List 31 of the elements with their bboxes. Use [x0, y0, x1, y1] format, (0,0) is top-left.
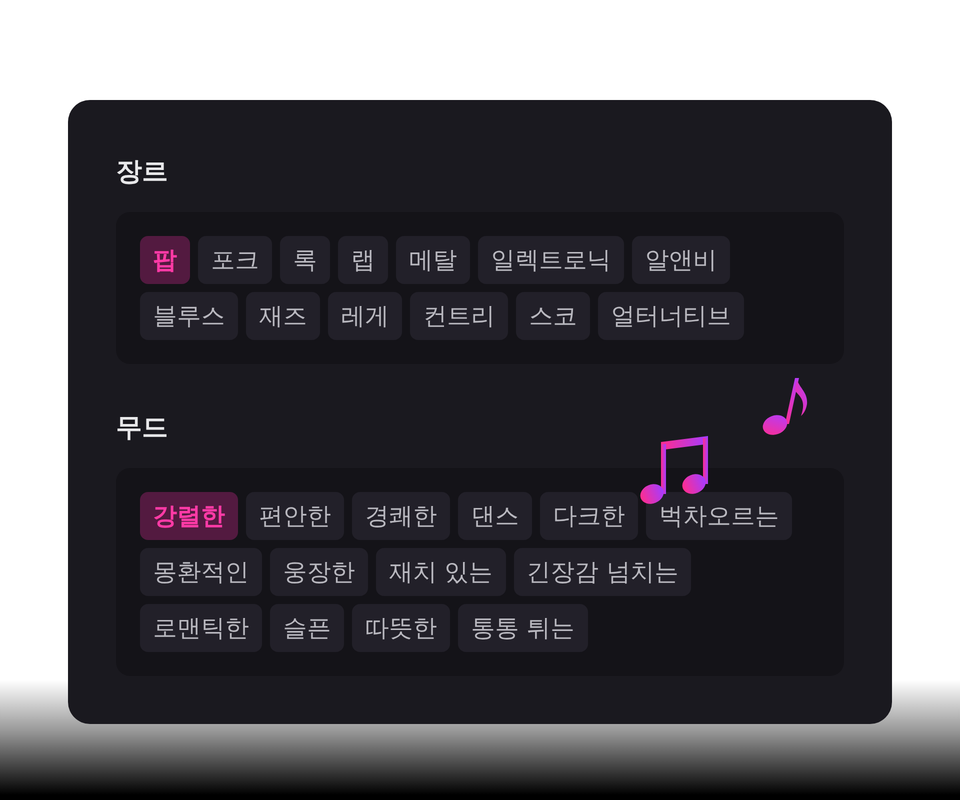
tag-chip[interactable]: 벅차오르는: [646, 492, 792, 540]
music-note-icon: [762, 378, 808, 436]
tag-chip[interactable]: 따뜻한: [352, 604, 450, 652]
tag-chip[interactable]: 블루스: [140, 292, 238, 340]
tag-chip[interactable]: 알앤비: [632, 236, 730, 284]
tag-chip[interactable]: 팝: [140, 236, 190, 284]
section-heading: 장르: [116, 156, 168, 189]
tag-chip[interactable]: 레게: [328, 292, 402, 340]
tag-chip[interactable]: 컨트리: [410, 292, 508, 340]
tag-chip[interactable]: 편안한: [246, 492, 344, 540]
tag-chip[interactable]: 통통 튀는: [458, 604, 588, 652]
tag-chip[interactable]: 긴장감 넘치는: [514, 548, 692, 596]
tag-chip[interactable]: 댄스: [458, 492, 532, 540]
section-heading: 무드: [116, 412, 168, 445]
tag-chip[interactable]: 랩: [338, 236, 388, 284]
tag-chip[interactable]: 슬픈: [270, 604, 344, 652]
tag-chip[interactable]: 재치 있는: [376, 548, 506, 596]
tag-chip[interactable]: 재즈: [246, 292, 320, 340]
tag-chip[interactable]: 경쾌한: [352, 492, 450, 540]
tag-chip[interactable]: 스코: [516, 292, 590, 340]
music-notes-icon: [640, 436, 708, 504]
tag-chip[interactable]: 다크한: [540, 492, 638, 540]
tag-chip[interactable]: 포크: [198, 236, 272, 284]
tag-chip[interactable]: 웅장한: [270, 548, 368, 596]
tag-chip[interactable]: 록: [280, 236, 330, 284]
tag-chip[interactable]: 로맨틱한: [140, 604, 262, 652]
tag-chip[interactable]: 강렬한: [140, 492, 238, 540]
tag-chip[interactable]: 몽환적인: [140, 548, 262, 596]
tag-chip[interactable]: 일렉트로닉: [478, 236, 624, 284]
tag-chip[interactable]: 얼터너티브: [598, 292, 744, 340]
tag-chip[interactable]: 메탈: [396, 236, 470, 284]
